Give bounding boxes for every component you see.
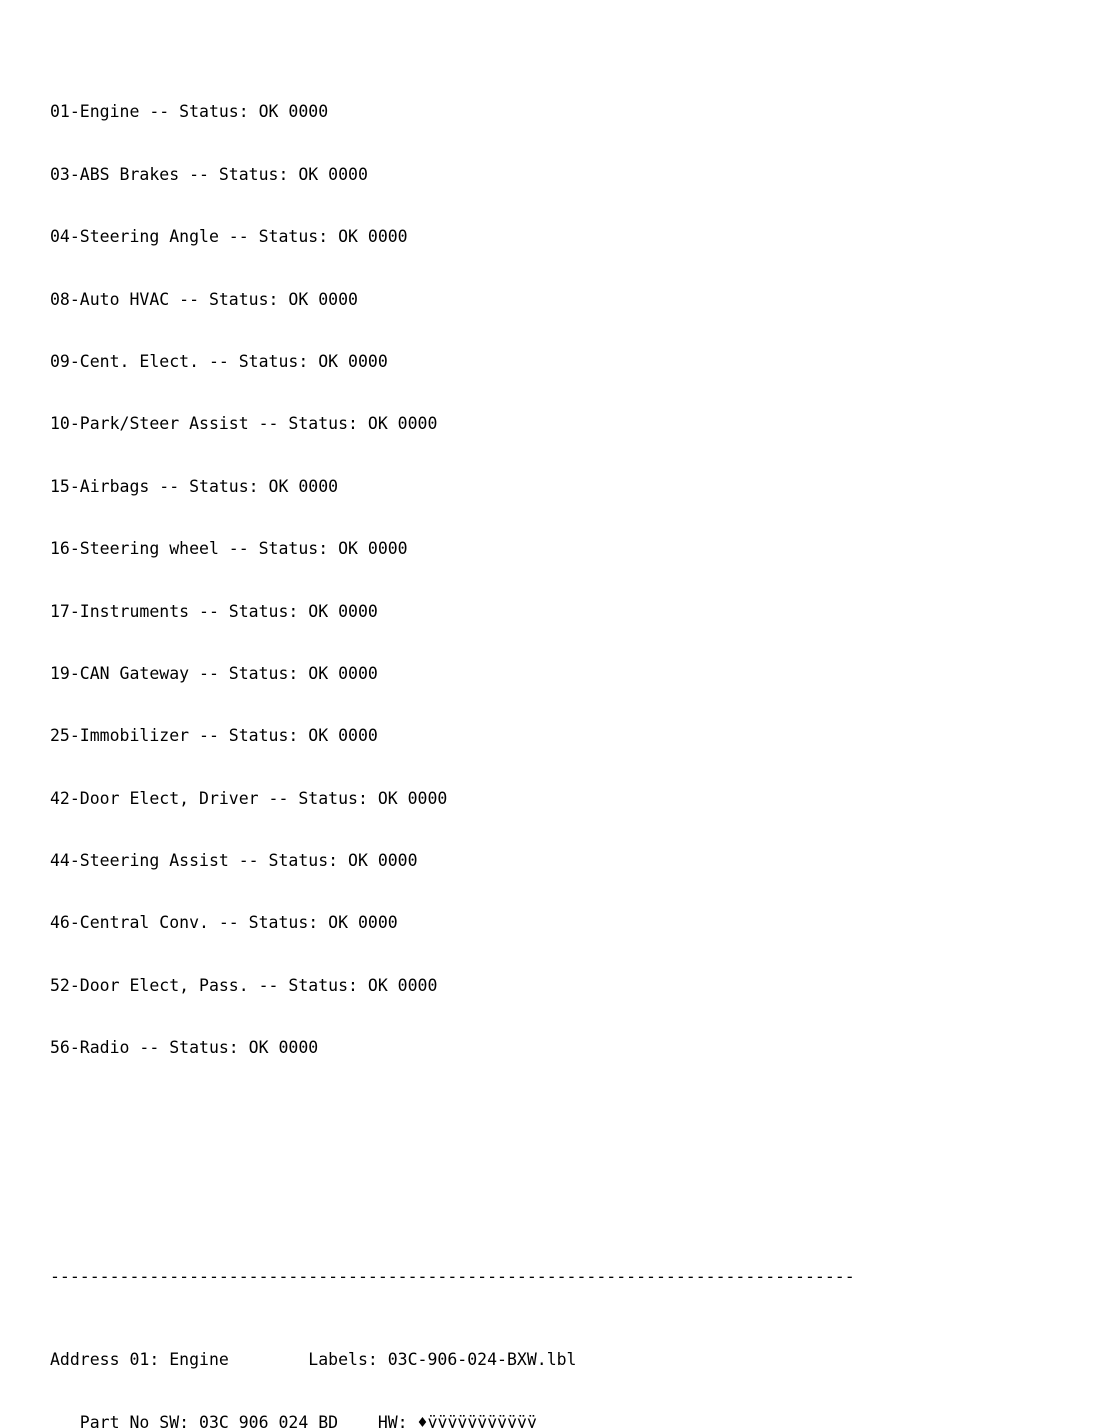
module-address-line: Address 01: Engine Labels: 03C-906-024-B…	[50, 1350, 577, 1370]
module-status-line: 17-Instruments -- Status: OK 0000	[50, 601, 378, 621]
module-status-line: 52-Door Elect, Pass. -- Status: OK 0000	[50, 975, 438, 995]
diagnostic-scan-report: 01-Engine -- Status: OK 0000 03-ABS Brak…	[50, 40, 855, 1428]
module-status-line: 56-Radio -- Status: OK 0000	[50, 1038, 319, 1058]
module-status-line: 46-Central Conv. -- Status: OK 0000	[50, 913, 398, 933]
module-status-line: 01-Engine -- Status: OK 0000	[50, 102, 329, 122]
section-divider-top: ----------------------------------------…	[50, 1267, 855, 1287]
module-status-line: 42-Door Elect, Driver -- Status: OK 0000	[50, 788, 448, 808]
module-status-line: 04-Steering Angle -- Status: OK 0000	[50, 227, 408, 247]
module-status-line: 03-ABS Brakes -- Status: OK 0000	[50, 164, 368, 184]
module-status-line: 09-Cent. Elect. -- Status: OK 0000	[50, 351, 388, 371]
module-status-line: 10-Park/Steer Assist -- Status: OK 0000	[50, 414, 438, 434]
module-status-line: 15-Airbags -- Status: OK 0000	[50, 476, 339, 496]
module-status-line: 25-Immobilizer -- Status: OK 0000	[50, 726, 378, 746]
module-status-line: 44-Steering Assist -- Status: OK 0000	[50, 851, 418, 871]
module-status-line: 08-Auto HVAC -- Status: OK 0000	[50, 289, 358, 309]
module-part-no-line: Part No SW: 03C 906 024 BD HW: ♦ÿÿÿÿÿÿÿÿ…	[50, 1412, 537, 1428]
module-status-line: 16-Steering wheel -- Status: OK 0000	[50, 539, 408, 559]
module-status-line: 19-CAN Gateway -- Status: OK 0000	[50, 663, 378, 683]
